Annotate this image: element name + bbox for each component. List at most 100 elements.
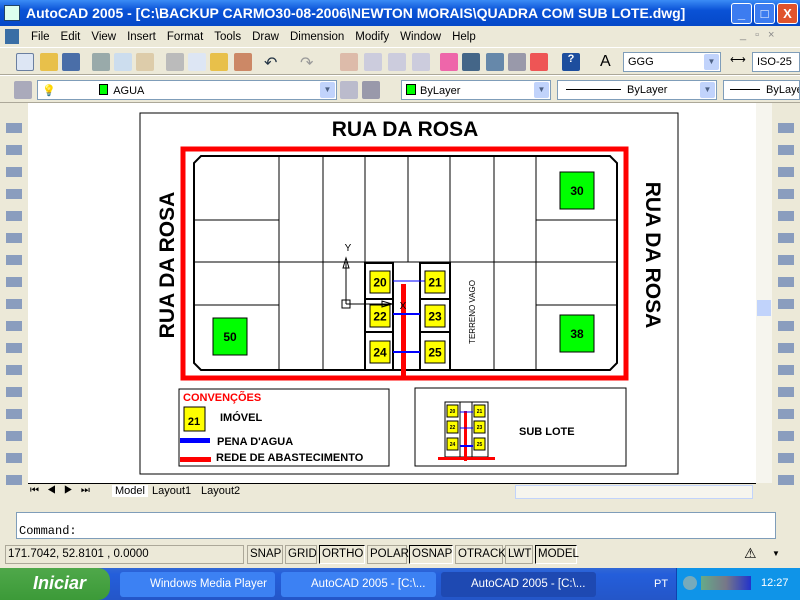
print-icon[interactable] — [92, 53, 110, 71]
show-hidden-icons[interactable] — [683, 576, 697, 590]
dbconnect-icon[interactable] — [508, 53, 526, 71]
layer-select[interactable]: 💡 AGUA ▼ — [37, 80, 337, 100]
zoom-window-icon[interactable] — [388, 53, 406, 71]
command-line[interactable]: Command: — [16, 512, 776, 539]
draw-tool-icons[interactable] — [6, 119, 22, 489]
menu-format[interactable]: Format — [162, 31, 209, 43]
paste-icon[interactable] — [210, 53, 228, 71]
linetype-value: ByLayer — [627, 84, 668, 96]
horizontal-scrollbar[interactable] — [515, 485, 753, 499]
drawing-canvas[interactable]: RUA DA ROSA RUA DA ROSA RUA DA ROSA 20 21… — [28, 103, 756, 483]
task-autocad-2[interactable]: AutoCAD 2005 - [C:\... — [441, 572, 596, 597]
copy-icon[interactable] — [188, 53, 206, 71]
doc-window-controls[interactable]: _▫× — [740, 29, 800, 41]
save-icon[interactable] — [62, 53, 80, 71]
layer-manager-icon[interactable] — [14, 81, 32, 99]
make-current-layer-icon[interactable] — [340, 81, 358, 99]
tab-layout1[interactable]: Layout1 — [152, 485, 191, 497]
text-style-icon[interactable]: A — [600, 53, 618, 71]
chevron-down-icon[interactable]: ▼ — [704, 54, 719, 70]
lot-number: 20 — [373, 276, 387, 290]
menu-modify[interactable]: Modify — [350, 31, 395, 43]
cut-icon[interactable] — [166, 53, 184, 71]
language-indicator[interactable]: PT — [654, 578, 668, 590]
sublot-label: SUB LOTE — [519, 426, 575, 438]
maximize-button[interactable]: □ — [754, 3, 775, 24]
legend-pena: PENA D'AGUA — [217, 436, 293, 448]
tool-palettes-icon[interactable] — [486, 53, 504, 71]
help-icon[interactable]: ? — [562, 53, 580, 71]
zoom-realtime-icon[interactable] — [364, 53, 382, 71]
pan-icon[interactable] — [340, 53, 358, 71]
close-button[interactable]: X — [777, 3, 798, 24]
lineweight-select[interactable]: ByLayer — [723, 80, 800, 100]
ucs-x-label: X — [400, 301, 407, 312]
menu-edit[interactable]: Edit — [56, 31, 87, 43]
chevron-down-icon[interactable]: ▼ — [320, 82, 335, 98]
text-style-select[interactable]: GGG ▼ — [623, 52, 721, 72]
properties-icon[interactable] — [440, 53, 458, 71]
tray-icons[interactable] — [701, 576, 751, 590]
clock[interactable]: 12:27 — [761, 577, 789, 589]
start-button[interactable]: Iniciar — [0, 568, 110, 600]
modify-tool-icons[interactable] — [778, 119, 794, 489]
menu-insert[interactable]: Insert — [122, 31, 162, 43]
dim-style-select[interactable]: ISO-25 — [752, 52, 800, 72]
menu-view[interactable]: View — [86, 31, 122, 43]
layer-value: AGUA — [113, 85, 145, 97]
lot-number: 30 — [570, 184, 584, 198]
street-label-top: RUA DA ROSA — [332, 118, 479, 141]
coordinates-readout[interactable]: 171.7042, 52.8101 , 0.0000 — [5, 545, 244, 564]
comm-center-warning-icon[interactable]: ⚠ — [744, 545, 757, 562]
layer-previous-icon[interactable] — [362, 81, 380, 99]
print-preview-icon[interactable] — [114, 53, 132, 71]
status-ortho-toggle[interactable]: ORTHO — [319, 545, 365, 564]
system-tray: 12:27 — [676, 568, 800, 600]
status-snap-toggle[interactable]: SNAP — [247, 545, 283, 564]
new-icon[interactable] — [16, 53, 34, 71]
menu-dimension[interactable]: Dimension — [285, 31, 350, 43]
autocad-app-icon[interactable] — [4, 5, 20, 21]
minimize-button[interactable]: _ — [731, 3, 752, 24]
chevron-down-icon[interactable]: ▼ — [534, 82, 549, 98]
layers-toolbar: 💡 AGUA ▼ ByLayer ▼ ByLayer ▼ ByLayer — [0, 75, 800, 103]
status-model-toggle[interactable]: MODEL — [535, 545, 579, 564]
menu-draw[interactable]: Draw — [247, 31, 285, 43]
markup-icon[interactable] — [530, 53, 548, 71]
linetype-select[interactable]: ByLayer ▼ — [557, 80, 717, 100]
status-menu-arrow[interactable]: ▼ — [772, 549, 780, 558]
dim-style-icon[interactable]: ⟷ — [730, 53, 748, 71]
undo-icon[interactable]: ↶ — [264, 53, 282, 72]
status-lwt-toggle[interactable]: LWT — [505, 545, 533, 564]
status-otrack-toggle[interactable]: OTRACK — [455, 545, 506, 564]
supply-branch — [401, 284, 406, 379]
status-osnap-toggle[interactable]: OSNAP — [409, 545, 453, 564]
menu-tools[interactable]: Tools — [209, 31, 247, 43]
chevron-down-icon[interactable]: ▼ — [700, 82, 715, 98]
menu-help[interactable]: Help — [447, 31, 482, 43]
legend-water-line — [180, 438, 210, 443]
tab-model[interactable]: Model — [112, 485, 148, 497]
menu-file[interactable]: File — [26, 31, 56, 43]
design-center-icon[interactable] — [462, 53, 480, 71]
document-icon[interactable] — [5, 29, 19, 44]
color-select[interactable]: ByLayer ▼ — [401, 80, 551, 100]
vertical-scrollbar[interactable] — [756, 103, 772, 483]
legend-lot-number: 21 — [188, 416, 200, 428]
tab-nav-arrows[interactable]: ⏮◀▶⏭ — [30, 485, 98, 496]
status-grid-toggle[interactable]: GRID — [285, 545, 317, 564]
scroll-thumb[interactable] — [757, 300, 771, 316]
sublot-number: 22 — [450, 425, 456, 431]
status-polar-toggle[interactable]: POLAR — [367, 545, 409, 564]
tab-layout2[interactable]: Layout2 — [201, 485, 240, 497]
redo-icon[interactable]: ↷ — [300, 53, 318, 72]
dim-style-value: ISO-25 — [757, 56, 792, 68]
publish-icon[interactable] — [136, 53, 154, 71]
task-autocad-1[interactable]: AutoCAD 2005 - [C:\... — [281, 572, 436, 597]
match-properties-icon[interactable] — [234, 53, 252, 71]
zoom-previous-icon[interactable] — [412, 53, 430, 71]
open-icon[interactable] — [40, 53, 58, 71]
lightbulb-icon[interactable]: 💡 — [42, 85, 56, 97]
menu-window[interactable]: Window — [395, 31, 447, 43]
task-media-player[interactable]: Windows Media Player — [120, 572, 275, 597]
